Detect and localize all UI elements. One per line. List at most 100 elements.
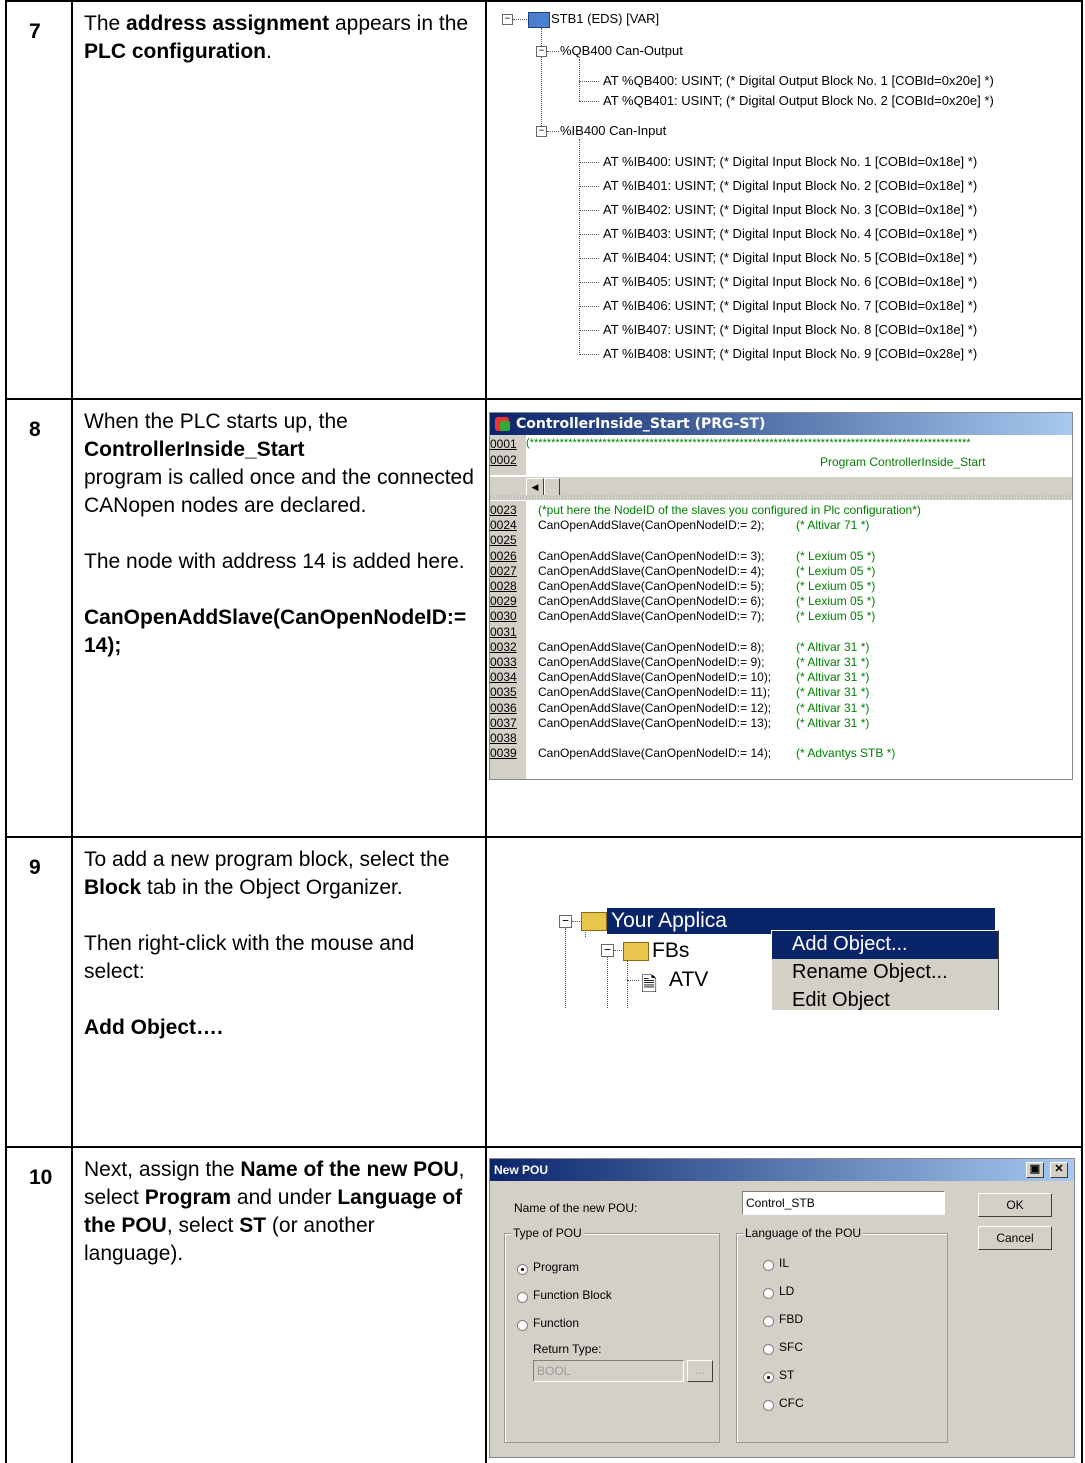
radio-ld[interactable]: [763, 1288, 774, 1299]
help-icon[interactable]: ▣: [1026, 1162, 1044, 1178]
line-number: 0026: [490, 548, 517, 563]
collapse-icon[interactable]: −: [536, 46, 547, 57]
line-number: 0037: [490, 715, 517, 730]
text: and under: [231, 1186, 338, 1209]
line-number: 0001: [490, 437, 517, 451]
code-line: CanOpenAddSlave(CanOpenNodeID:= 8);: [538, 639, 765, 654]
editor-declaration-pane: 0001 (**********************************…: [490, 435, 1072, 475]
line-number: 0002: [490, 453, 517, 467]
radio-function[interactable]: [517, 1320, 528, 1331]
radio-il[interactable]: [763, 1260, 774, 1271]
document-icon: 🗎: [641, 974, 658, 996]
editor-body-pane[interactable]: 0023 (*put here the NodeID of the slaves …: [490, 501, 1072, 779]
tree-input-group[interactable]: %IB400 Can-Input: [560, 123, 666, 138]
text: The node with address 14 is added here.: [84, 550, 465, 573]
collapse-icon[interactable]: −: [559, 915, 572, 928]
radio-label[interactable]: Function Block: [533, 1288, 612, 1302]
new-pou-dialog-screenshot: New POU ▣ ✕ Name of the new POU: Control…: [487, 1148, 1081, 1463]
menu-item-rename-object[interactable]: Rename Object...: [792, 961, 948, 984]
code-comment: (* Altivar 31 *): [796, 700, 870, 715]
line-number: 0023: [490, 503, 517, 517]
line-number: 0029: [490, 594, 517, 609]
code-line: CanOpenAddSlave(CanOpenNodeID:= 11);: [538, 685, 771, 700]
text: .: [266, 40, 272, 63]
line-number: 0028: [490, 579, 517, 593]
radio-function-block[interactable]: [517, 1292, 528, 1303]
step-description: Next, assign the Name of the new POU , se…: [84, 1156, 475, 1268]
tree-input-item[interactable]: AT %IB408: USINT; (* Digital Input Block…: [603, 346, 977, 361]
radio-sfc[interactable]: [763, 1344, 774, 1355]
menu-item-edit-object[interactable]: Edit Object: [792, 989, 890, 1010]
code-comment: (* Altivar 71 *): [796, 518, 870, 533]
plc-config-tree: − STB1 (EDS) [VAR] − %QB400 Can-Output A…: [487, 2, 1081, 398]
radio-label[interactable]: IL: [779, 1256, 789, 1270]
pou-name-input[interactable]: Control_STB: [742, 1191, 945, 1215]
line-number: 0035: [490, 685, 517, 700]
plc-configuration-screenshot: − STB1 (EDS) [VAR] − %QB400 Can-Output A…: [487, 2, 1081, 398]
return-type-input[interactable]: BOOL: [533, 1360, 684, 1382]
tree-output-group[interactable]: %QB400 Can-Output: [560, 43, 683, 58]
text: appears in the: [329, 12, 469, 35]
radio-label[interactable]: LD: [779, 1284, 794, 1298]
radio-cfc[interactable]: [763, 1400, 774, 1411]
folder-label[interactable]: Your Applica: [611, 909, 727, 933]
tree-input-item[interactable]: AT %IB406: USINT; (* Digital Input Block…: [603, 298, 977, 313]
type-of-pou-group: Type of POU Program Function Block Funct…: [504, 1226, 720, 1443]
radio-label[interactable]: CFC: [779, 1396, 804, 1410]
cancel-button[interactable]: Cancel: [978, 1226, 1052, 1250]
radio-program[interactable]: [517, 1264, 528, 1275]
radio-label[interactable]: Function: [533, 1316, 579, 1330]
tree-root-label[interactable]: STB1 (EDS) [VAR]: [551, 11, 659, 26]
horizontal-scrollbar[interactable]: ◀: [490, 477, 1072, 496]
code-line: CanOpenAddSlave(CanOpenNodeID:= 2);: [538, 518, 765, 533]
text-bold: ControllerInside_Start: [84, 438, 305, 461]
radio-label[interactable]: Program: [533, 1260, 579, 1274]
radio-label[interactable]: ST: [779, 1368, 794, 1382]
tree-input-item[interactable]: AT %IB400: USINT; (* Digital Input Block…: [603, 154, 977, 169]
tree-input-item[interactable]: AT %IB403: USINT; (* Digital Input Block…: [603, 226, 977, 241]
tree-input-item[interactable]: AT %IB402: USINT; (* Digital Input Block…: [603, 202, 977, 217]
line-number: 0027: [490, 563, 517, 578]
code-comment: (* Advantys STB *): [796, 746, 896, 761]
tree-output-item[interactable]: AT %QB400: USINT; (* Digital Output Bloc…: [603, 73, 994, 88]
radio-fbd[interactable]: [763, 1316, 774, 1327]
scroll-left-icon[interactable]: ◀: [526, 478, 544, 496]
folder-label[interactable]: FBs: [652, 939, 689, 963]
radio-label[interactable]: SFC: [779, 1340, 803, 1354]
ok-button[interactable]: OK: [978, 1193, 1052, 1217]
tree-input-item[interactable]: AT %IB405: USINT; (* Digital Input Block…: [603, 274, 977, 289]
step-number: 7: [29, 20, 41, 43]
menu-item-add-object[interactable]: Add Object...: [792, 933, 908, 956]
line-number: 0033: [490, 655, 517, 669]
step-description: To add a new program block, select the B…: [84, 846, 475, 1042]
text-bold: Name of the new POU: [240, 1158, 459, 1181]
step-number-cell: 9: [7, 838, 73, 1146]
radio-st[interactable]: [763, 1372, 774, 1383]
browse-button[interactable]: ...: [687, 1360, 713, 1382]
code-comment: (* Altivar 31 *): [796, 639, 870, 654]
radio-label[interactable]: FBD: [779, 1312, 803, 1326]
line-number: 0031: [490, 624, 517, 639]
tree-input-item[interactable]: AT %IB401: USINT; (* Digital Input Block…: [603, 178, 977, 193]
folder-icon: [623, 942, 649, 961]
editor-title-bar: ControllerInside_Start (PRG-ST): [490, 413, 1072, 435]
text: program is called once and the connected…: [84, 466, 474, 517]
code-line: CanOpenAddSlave(CanOpenNodeID:= 6);: [538, 594, 765, 609]
text: The: [84, 12, 127, 35]
scroll-thumb[interactable]: [544, 478, 560, 496]
text: Next, assign the: [84, 1158, 241, 1181]
text: When the PLC starts up, the: [84, 410, 348, 433]
step-number-cell: 8: [7, 400, 73, 836]
collapse-icon[interactable]: −: [502, 14, 513, 25]
step-description-cell: The address assignment appears in the PL…: [73, 2, 487, 398]
collapse-icon[interactable]: −: [536, 126, 547, 137]
tree-output-item[interactable]: AT %QB401: USINT; (* Digital Output Bloc…: [603, 93, 994, 108]
group-label: Type of POU: [511, 1226, 584, 1240]
tree-input-item[interactable]: AT %IB407: USINT; (* Digital Input Block…: [603, 322, 977, 337]
code-line: (***************************************…: [526, 437, 971, 449]
text: , select: [166, 1214, 240, 1237]
line-number: 0030: [490, 609, 517, 624]
tree-item-label[interactable]: ATV: [669, 968, 708, 992]
close-icon[interactable]: ✕: [1050, 1162, 1068, 1178]
tree-input-item[interactable]: AT %IB404: USINT; (* Digital Input Block…: [603, 250, 977, 265]
